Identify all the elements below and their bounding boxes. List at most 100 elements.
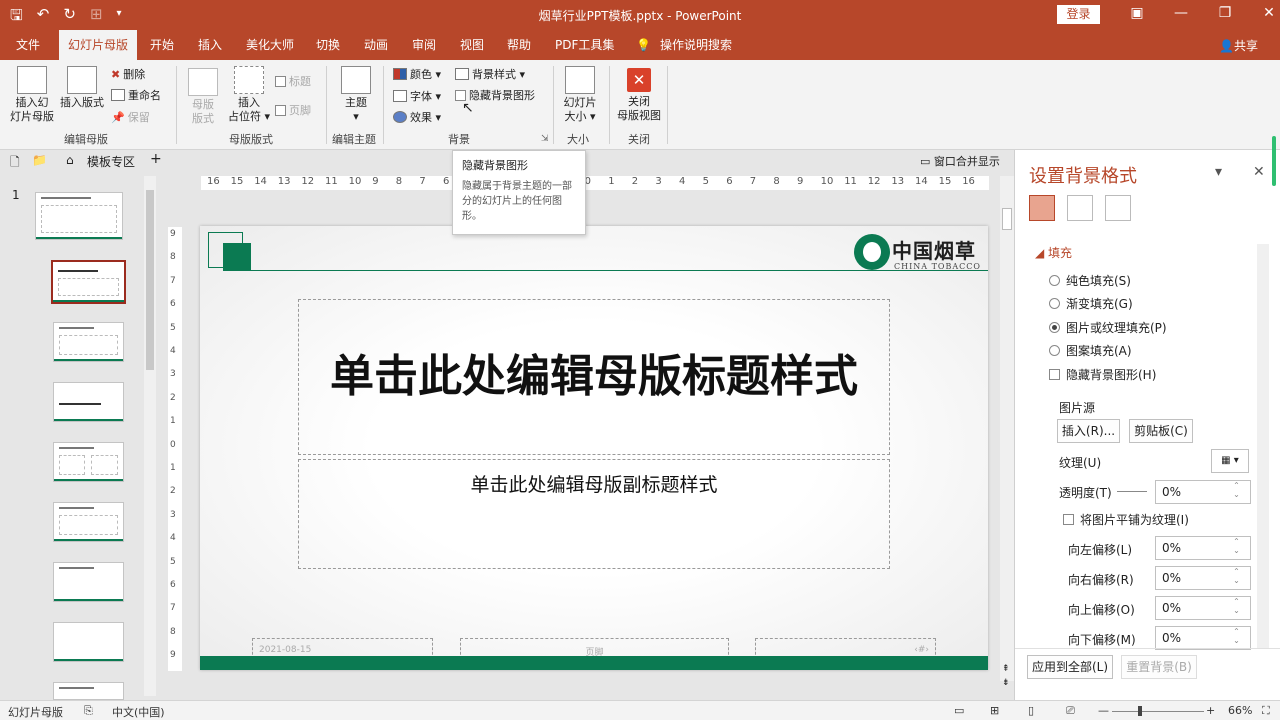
offset-top-input[interactable]: 0% [1155,596,1251,620]
transparency-input[interactable]: 0% [1155,480,1251,504]
fill-bucket-icon[interactable] [1029,195,1055,221]
effects-pentagon-icon[interactable] [1067,195,1093,221]
close-master-view-button[interactable]: ✕ 关闭 母版视图 [614,68,664,123]
zoom-slider-thumb[interactable] [1138,706,1142,716]
scrollbar-thumb[interactable] [1002,208,1012,230]
ribbon-display-options-icon[interactable]: ▣ [1115,5,1159,21]
language-indicator[interactable]: 中文(中国) [112,704,165,720]
pane-options-icon[interactable]: ▾ [1215,164,1222,180]
thumbnail-layout[interactable] [53,442,124,482]
redo-icon[interactable]: ↻ [63,5,76,30]
zoom-level[interactable]: 66% [1228,704,1252,717]
thumbnail-layout[interactable] [53,682,124,700]
clipboard-button[interactable]: 剪贴板(C) [1129,419,1193,443]
picture-fill-option[interactable]: 图片或纹理填充(P) [1049,319,1167,336]
solid-fill-option[interactable]: 纯色填充(S) [1049,272,1131,289]
tab-transitions[interactable]: 切换 [316,30,340,60]
prev-slide-icon[interactable]: ⇞ [1002,664,1010,674]
tab-view[interactable]: 视图 [460,30,484,60]
tab-insert[interactable]: 插入 [198,30,222,60]
folder-icon[interactable]: 📁 [32,153,47,167]
canvas-scrollbar[interactable] [1000,176,1014,681]
picture-icon[interactable] [1105,195,1131,221]
reset-background-button[interactable]: 重置背景(B) [1121,655,1197,679]
scrollbar-thumb[interactable] [146,190,154,370]
next-slide-icon[interactable]: ⇟ [1002,678,1010,688]
slideshow-icon[interactable]: ⎚ [1066,704,1075,718]
thumbnail-layout[interactable] [53,502,124,542]
pane-close-icon[interactable]: ✕ [1253,164,1265,180]
undo-icon[interactable]: ↶ [37,5,50,30]
tab-slide-master[interactable]: 幻灯片母版 [59,30,138,60]
tab-animations[interactable]: 动画 [364,30,388,60]
delete-button[interactable]: ✖ 删除 [111,66,145,82]
tab-beautify[interactable]: 美化大师 [246,30,294,60]
slide-sorter-icon[interactable]: ⊞ [990,704,999,717]
thumbnails-scrollbar[interactable] [144,176,156,696]
template-area-tab[interactable]: 模板专区 [87,153,135,170]
minimize-icon[interactable]: — [1159,5,1203,21]
fit-to-window-icon[interactable]: ⛶ [1262,704,1270,718]
close-icon[interactable]: ✕ [1247,5,1280,21]
zoom-out-button[interactable]: — [1098,704,1109,717]
title-checkbox[interactable]: 标题 [275,73,311,89]
new-file-icon[interactable]: 🗋 [10,153,20,174]
tile-texture-option[interactable]: 将图片平铺为纹理(I) [1063,511,1189,528]
title-placeholder[interactable]: 单击此处编辑母版标题样式 [298,299,890,455]
fonts-button[interactable]: 字体 ▾ [393,88,441,104]
tab-review[interactable]: 审阅 [412,30,436,60]
colors-button[interactable]: 颜色 ▾ [393,66,441,82]
slide-size-button[interactable]: 幻灯片 大小 ▾ [559,66,601,124]
home-icon[interactable]: ⌂ [66,153,74,167]
merge-windows-button[interactable]: ▭ 窗口合并显示 [920,153,1000,169]
transparency-slider[interactable] [1117,491,1147,492]
insert-layout-button[interactable]: 插入版式 [58,66,106,110]
theme-button[interactable]: 主题 ▾ [336,66,376,124]
reading-view-icon[interactable]: ▯ [1028,704,1034,717]
preserve-button[interactable]: 📌 保留 [111,109,150,125]
tab-help[interactable]: 帮助 [507,30,531,60]
normal-view-icon[interactable]: ▭ [954,704,964,717]
tab-home[interactable]: 开始 [150,30,174,60]
spellcheck-icon[interactable]: ⎘ [84,704,93,718]
thumbnail-layout[interactable] [53,322,124,362]
insert-slide-master-button[interactable]: 插入幻 灯片母版 [6,66,58,124]
subtitle-placeholder[interactable]: 单击此处编辑母版副标题样式 [298,459,890,569]
restore-icon[interactable]: ❐ [1203,5,1247,21]
offset-bottom-input[interactable]: 0% [1155,626,1251,650]
apply-to-all-button[interactable]: 应用到全部(L) [1027,655,1113,679]
thumbnail-master[interactable] [35,192,123,240]
dialog-launcher-icon[interactable]: ⇲ [541,134,549,144]
rename-button[interactable]: 重命名 [111,87,161,103]
login-button[interactable]: 登录 [1057,5,1100,24]
tell-me-search[interactable]: 操作说明搜索 [660,30,732,60]
zoom-in-button[interactable]: + [1206,704,1215,717]
gradient-fill-option[interactable]: 渐变填充(G) [1049,295,1133,312]
tab-file[interactable]: 文件 [16,30,40,60]
fill-section-header[interactable]: ◢ 填充 [1035,244,1072,261]
zoom-slider[interactable] [1112,711,1204,712]
hide-background-graphics-option[interactable]: 隐藏背景图形(H) [1049,366,1156,383]
background-styles-button[interactable]: 背景样式 ▾ [455,66,525,82]
thumbnail-layout[interactable] [53,382,124,422]
pattern-fill-option[interactable]: 图案填充(A) [1049,342,1132,359]
pane-scrollbar[interactable] [1257,244,1269,648]
footer-checkbox[interactable]: 页脚 [275,102,311,118]
thumbnail-layout-selected[interactable] [51,260,126,304]
insert-placeholder-button[interactable]: 插入 占位符 ▾ [225,66,273,124]
effects-button[interactable]: 效果 ▾ [393,109,441,125]
save-icon[interactable]: 🖫 [10,5,23,30]
thumbnail-layout[interactable] [53,562,124,602]
tab-pdf-tools[interactable]: PDF工具集 [555,30,614,60]
add-tab-button[interactable]: + [150,151,162,167]
master-layout-button[interactable]: 母版 版式 [184,68,222,126]
touch-mode-icon[interactable]: ⊞ [90,5,103,30]
share-button[interactable]: 👤共享 [1219,37,1258,54]
customize-qat-icon[interactable]: ▾ [117,5,122,30]
offset-right-input[interactable]: 0% [1155,566,1251,590]
slide-master-canvas[interactable]: 中国烟草 CHINA TOBACCO 单击此处编辑母版标题样式 单击此处编辑母版… [200,226,988,670]
offset-left-input[interactable]: 0% [1155,536,1251,560]
insert-picture-button[interactable]: 插入(R)... [1057,419,1120,443]
texture-picker[interactable]: ▦ ▾ [1211,449,1249,473]
thumbnail-layout[interactable] [53,622,124,662]
